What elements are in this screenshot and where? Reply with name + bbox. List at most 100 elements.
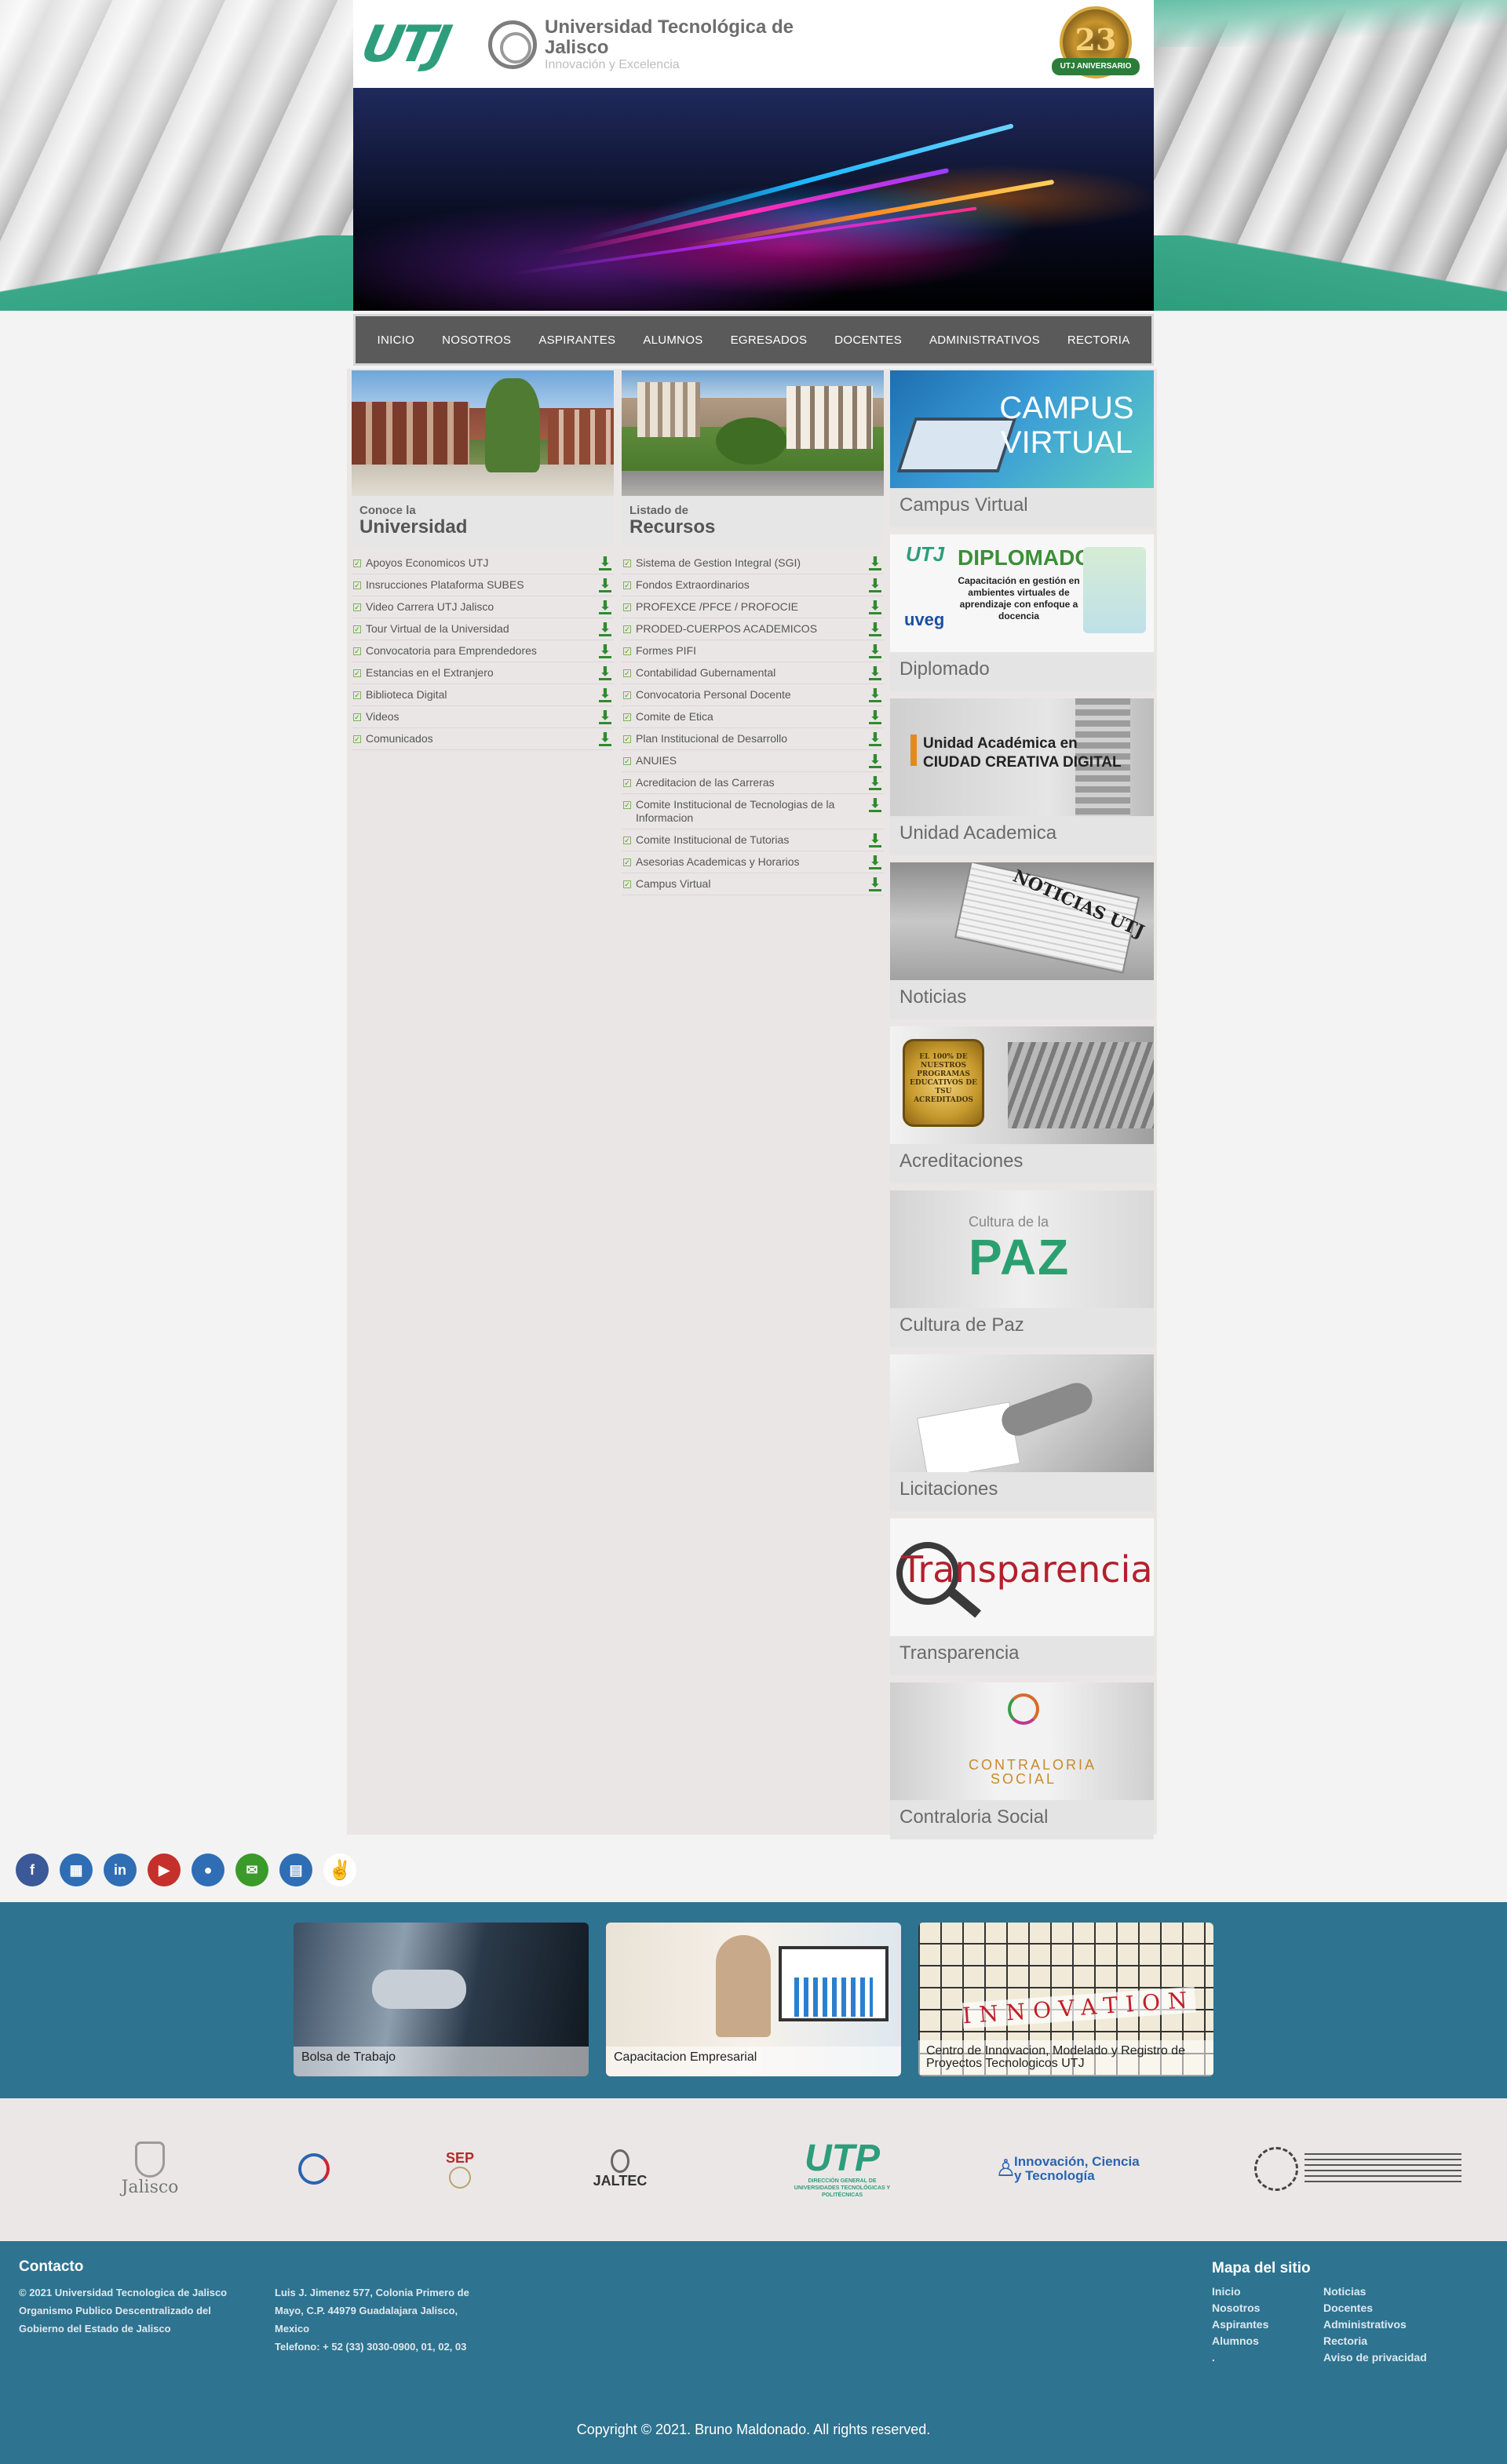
service-capacitacion-empresarial[interactable]: Capacitacion Empresarial	[606, 1923, 901, 2076]
download-icon[interactable]: ⬇	[598, 688, 612, 702]
download-icon[interactable]: ⬇	[868, 754, 882, 768]
download-icon[interactable]: ⬇	[598, 556, 612, 570]
download-icon[interactable]: ⬇	[868, 666, 882, 680]
download-icon[interactable]: ⬇	[868, 855, 882, 869]
download-icon[interactable]: ⬇	[598, 732, 612, 746]
checkbox-bullet-icon: ✓	[353, 625, 361, 633]
download-icon[interactable]: ⬇	[868, 833, 882, 847]
partner-sport[interactable]	[290, 2130, 338, 2208]
resource-link[interactable]: ✓ Formes PIFI ⬇	[622, 640, 884, 662]
download-icon[interactable]: ⬇	[868, 877, 882, 891]
download-icon[interactable]: ⬇	[598, 622, 612, 636]
resource-link[interactable]: ✓ Comite Institucional de Tecnologias de …	[622, 794, 884, 829]
resource-link[interactable]: ✓ Plan Institucional de Desarrollo ⬇	[622, 728, 884, 750]
download-icon[interactable]: ⬇	[868, 732, 882, 746]
nav-docentes[interactable]: DOCENTES	[831, 327, 905, 353]
resource-link[interactable]: ✓ Videos ⬇	[352, 706, 614, 728]
partner-sep[interactable]: SEP	[436, 2130, 483, 2208]
sitemap-link[interactable]: Aspirantes	[1212, 2316, 1268, 2333]
tile-acreditaciones[interactable]: EL 100% DE NUESTROS PROGRAMAS EDUCATIVOS…	[890, 1026, 1154, 1183]
download-icon[interactable]: ⬇	[598, 578, 612, 592]
resource-link[interactable]: ✓ ANUIES ⬇	[622, 750, 884, 772]
resource-link[interactable]: ✓ Comite de Etica ⬇	[622, 706, 884, 728]
resource-link[interactable]: ✓ Comite Institucional de Tutorias ⬇	[622, 829, 884, 851]
resource-link[interactable]: ✓ Sistema de Gestion Integral (SGI) ⬇	[622, 552, 884, 574]
resource-link[interactable]: ✓ Comunicados ⬇	[352, 728, 614, 750]
download-icon[interactable]: ⬇	[868, 776, 882, 790]
tile-contraloria-social[interactable]: CONTRALORIA SOCIAL Contraloria Social	[890, 1682, 1154, 1839]
sitemap-link[interactable]: .	[1212, 2349, 1268, 2366]
download-icon[interactable]: ⬇	[868, 622, 882, 636]
sitemap-link[interactable]: Rectoria	[1323, 2333, 1427, 2349]
resource-link[interactable]: ✓ Fondos Extraordinarios ⬇	[622, 574, 884, 596]
resource-link[interactable]: ✓ Video Carrera UTJ Jalisco ⬇	[352, 596, 614, 618]
anniversary-number: 23	[1075, 22, 1117, 57]
tile-diplomado[interactable]: UTJ uveg DIPLOMADO Capacitación en gesti…	[890, 534, 1154, 691]
service-centro-de-innovacion[interactable]: INNOVATION Centro de Innovacion, Modelad…	[918, 1923, 1213, 2076]
resource-link[interactable]: ✓ Insrucciones Plataforma SUBES ⬇	[352, 574, 614, 596]
resource-link[interactable]: ✓ Campus Virtual ⬇	[622, 873, 884, 895]
partner-jalisco[interactable]: Jalisco	[107, 2130, 193, 2208]
sitemap-link[interactable]: Nosotros	[1212, 2300, 1268, 2316]
tile-cultura-de-paz[interactable]: Cultura de la PAZ Cultura de Paz	[890, 1190, 1154, 1347]
partner-innovacion[interactable]: ♙ Innovación, Ciencia y Tecnología	[989, 2130, 1154, 2208]
nav-rectoria[interactable]: RECTORIA	[1064, 327, 1133, 353]
facebook-icon[interactable]: f	[16, 1853, 49, 1886]
download-icon[interactable]: ⬇	[868, 688, 882, 702]
download-icon[interactable]: ⬇	[868, 556, 882, 570]
resource-link[interactable]: ✓ Convocatoria Personal Docente ⬇	[622, 684, 884, 706]
download-icon[interactable]: ⬇	[868, 578, 882, 592]
youtube-icon[interactable]: ▶	[148, 1853, 181, 1886]
sitemap-link[interactable]: Aviso de privacidad	[1323, 2349, 1427, 2366]
tile-licitaciones[interactable]: Licitaciones	[890, 1354, 1154, 1511]
resource-link[interactable]: ✓ Asesorias Academicas y Horarios ⬇	[622, 851, 884, 873]
resource-link[interactable]: ✓ PRODED-CUERPOS ACADEMICOS ⬇	[622, 618, 884, 640]
utj-logo[interactable]: UTJ	[356, 16, 488, 74]
nav-nosotros[interactable]: NOSOTROS	[439, 327, 514, 353]
resource-link[interactable]: ✓ Tour Virtual de la Universidad ⬇	[352, 618, 614, 640]
tile-transparencia[interactable]: Transparencia Transparencia	[890, 1518, 1154, 1675]
download-icon[interactable]: ⬇	[598, 600, 612, 614]
resource-link[interactable]: ✓ Estancias en el Extranjero ⬇	[352, 662, 614, 684]
resource-link[interactable]: ✓ Contabilidad Gubernamental ⬇	[622, 662, 884, 684]
peace-hand-icon[interactable]: ✌	[323, 1853, 356, 1886]
sitemap-link[interactable]: Inicio	[1212, 2284, 1268, 2300]
film-icon[interactable]: ▤	[279, 1853, 312, 1886]
iso-certification-icon	[1254, 2147, 1298, 2191]
microphone-icon[interactable]: ●	[192, 1853, 224, 1886]
nav-egresados[interactable]: EGRESADOS	[728, 327, 811, 353]
resource-link[interactable]: ✓ Acreditacion de las Carreras ⬇	[622, 772, 884, 794]
nav-administrativos[interactable]: ADMINISTRATIVOS	[926, 327, 1043, 353]
partner-iso-certification[interactable]	[1248, 2130, 1468, 2208]
university-name: Universidad Tecnológica de Jalisco	[545, 16, 794, 58]
sitemap-link[interactable]: Noticias	[1323, 2284, 1427, 2300]
resource-link[interactable]: ✓ Biblioteca Digital ⬇	[352, 684, 614, 706]
tile-campus-virtual[interactable]: CAMPUS VIRTUAL Campus Virtual	[890, 370, 1154, 527]
download-icon[interactable]: ⬇	[868, 600, 882, 614]
download-icon[interactable]: ⬇	[868, 644, 882, 658]
email-icon[interactable]: ✉	[235, 1853, 268, 1886]
sitemap-link[interactable]: Administrativos	[1323, 2316, 1427, 2333]
partner-utp[interactable]: UTP DIRECCIÓN GENERAL DE UNIVERSIDADES T…	[785, 2130, 899, 2208]
download-icon[interactable]: ⬇	[598, 666, 612, 680]
nav-alumnos[interactable]: ALUMNOS	[640, 327, 706, 353]
sitemap-link[interactable]: Alumnos	[1212, 2333, 1268, 2349]
address-block: Luis J. Jimenez 577, Colonia Primero de …	[275, 2284, 487, 2356]
checkbox-bullet-icon: ✓	[623, 801, 631, 809]
resource-link[interactable]: ✓ Apoyos Economicos UTJ ⬇	[352, 552, 614, 574]
nav-inicio[interactable]: INICIO	[374, 327, 418, 353]
resource-link[interactable]: ✓ PROFEXCE /PFCE / PROFOCIE ⬇	[622, 596, 884, 618]
linkedin-icon[interactable]: in	[104, 1853, 137, 1886]
sitemap-link[interactable]: Docentes	[1323, 2300, 1427, 2316]
download-icon[interactable]: ⬇	[598, 710, 612, 724]
map-icon[interactable]: ▦	[60, 1853, 93, 1886]
download-icon[interactable]: ⬇	[868, 798, 882, 812]
partner-jaltec[interactable]: JALTEC	[589, 2130, 651, 2208]
download-icon[interactable]: ⬇	[868, 710, 882, 724]
resource-link[interactable]: ✓ Convocatoria para Emprendedores ⬇	[352, 640, 614, 662]
service-bolsa-de-trabajo[interactable]: Bolsa de Trabajo	[294, 1923, 589, 2076]
download-icon[interactable]: ⬇	[598, 644, 612, 658]
nav-aspirantes[interactable]: ASPIRANTES	[535, 327, 618, 353]
tile-noticias[interactable]: NOTICIAS UTJ Noticias	[890, 862, 1154, 1019]
tile-unidad-academica[interactable]: Unidad Académica en CIUDAD CREATIVA DIGI…	[890, 698, 1154, 855]
